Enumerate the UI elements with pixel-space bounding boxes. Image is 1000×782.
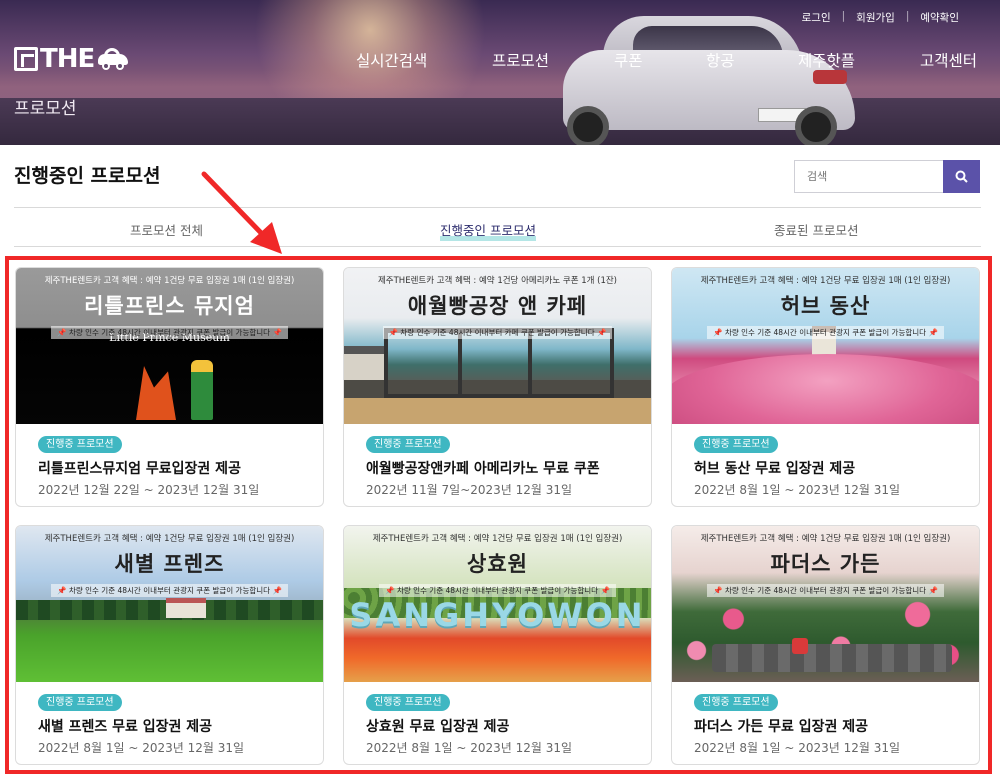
- logo-mark-icon: [14, 47, 38, 71]
- divider: |: [905, 10, 910, 22]
- divider: |: [841, 10, 846, 22]
- signup-link[interactable]: 회원가입: [845, 10, 906, 25]
- site-logo[interactable]: THE: [14, 44, 129, 74]
- annotation-arrow-icon: [201, 171, 282, 254]
- nav-realtime-search[interactable]: 실시간검색: [356, 49, 427, 71]
- search-icon: [955, 170, 968, 183]
- promotion-tabs: 프로모션 전체 진행중인 프로모션 종료된 프로모션: [14, 207, 981, 247]
- search-input[interactable]: [794, 160, 943, 193]
- car-illustration: [563, 10, 855, 145]
- breadcrumb: 프로모션: [14, 99, 77, 119]
- search-button[interactable]: [943, 160, 980, 193]
- page-title: 진행중인 프로모션: [14, 165, 161, 187]
- nav-customer-center[interactable]: 고객센터: [920, 49, 977, 71]
- logo-text: THE: [40, 44, 95, 74]
- nav-coupon[interactable]: 쿠폰: [614, 49, 643, 71]
- hero-header: 로그인 | 회원가입 | 예약확인 THE 실시간검색 프로모션 쿠폰 항공 제…: [0, 0, 1000, 145]
- tab-ended-promotions[interactable]: 종료된 프로모션: [774, 220, 858, 239]
- tab-ongoing-promotions[interactable]: 진행중인 프로모션: [440, 220, 536, 241]
- reservation-check-link[interactable]: 예약확인: [909, 10, 970, 25]
- top-links: 로그인 | 회원가입 | 예약확인: [791, 10, 970, 25]
- tab-all-promotions[interactable]: 프로모션 전체: [130, 220, 203, 239]
- nav-flight[interactable]: 항공: [706, 49, 735, 71]
- search-box: [794, 160, 980, 193]
- login-link[interactable]: 로그인: [791, 10, 842, 25]
- nav-promotion[interactable]: 프로모션: [492, 49, 549, 71]
- highlight-box: [5, 256, 992, 774]
- nav-jeju-hotplace[interactable]: 제주핫플: [798, 49, 855, 71]
- car-icon: [98, 48, 129, 70]
